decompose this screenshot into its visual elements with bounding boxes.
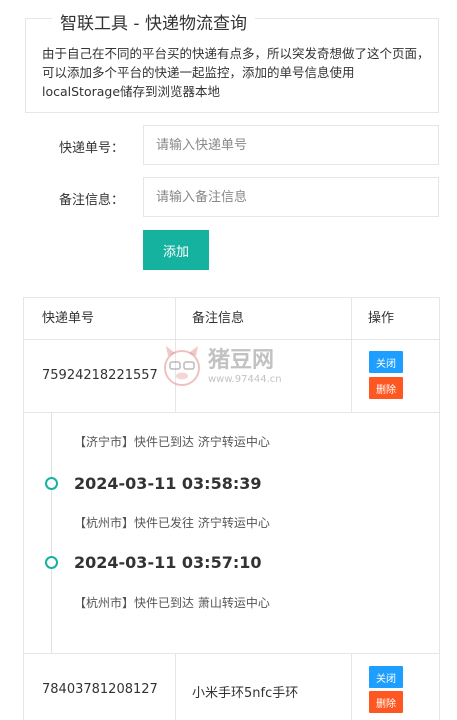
column-divider: [351, 298, 352, 413]
header-tracking: 快递单号: [42, 311, 95, 326]
tracking-number-cell: 78403781208127: [42, 682, 158, 697]
watermark-pig-icon: [164, 346, 200, 386]
logistics-timeline: 【济宁市】快件已到达 济宁转运中心 2024-03-11 03:58:39 【杭…: [24, 413, 439, 653]
watermark: 猪豆网 www.97444.cn: [160, 340, 310, 400]
watermark-text: 猪豆网: [208, 348, 275, 373]
delete-button[interactable]: 删除: [369, 377, 403, 399]
tracking-number-cell: 75924218221557: [42, 368, 158, 383]
tracking-number-label: 快递单号：: [58, 141, 124, 156]
timeline-dot-icon: [45, 556, 58, 569]
timeline-desc: 【杭州市】快件已发往 济宁转运中心: [74, 516, 270, 530]
page-title: 智联工具 - 快递物流查询: [52, 9, 255, 34]
remark-label: 备注信息：: [58, 193, 124, 208]
timeline-desc: 【杭州市】快件已到达 萧山转运中心: [74, 596, 270, 610]
intro-fieldset: 智联工具 - 快递物流查询 由于自己在不同的平台买的快递有点多，所以突发奇想做了…: [25, 9, 439, 113]
timeline-time: 2024-03-11 03:58:39: [74, 474, 262, 493]
timeline-desc: 【济宁市】快件已到达 济宁转运中心: [74, 435, 270, 449]
add-button[interactable]: 添加: [143, 230, 209, 270]
tracking-number-input[interactable]: [143, 125, 439, 165]
table-header: 快递单号 备注信息 操作: [24, 298, 439, 340]
close-button[interactable]: 关闭: [369, 351, 403, 373]
close-button[interactable]: 关闭: [369, 666, 403, 688]
remark-cell: 小米手环5nfc手环: [192, 686, 299, 701]
column-divider: [175, 653, 176, 720]
header-remark: 备注信息: [192, 311, 245, 326]
header-actions: 操作: [368, 311, 395, 326]
row-divider: [24, 653, 439, 654]
remark-input[interactable]: [143, 177, 439, 217]
delete-button[interactable]: 删除: [369, 691, 403, 713]
timeline-dot-icon: [45, 477, 58, 490]
timeline-line: [51, 413, 52, 653]
page-description: 由于自己在不同的平台买的快递有点多，所以突发奇想做了这个页面，可以添加多个平台的…: [42, 46, 430, 99]
timeline-time: 2024-03-11 03:57:10: [74, 553, 262, 572]
watermark-url: www.97444.cn: [208, 374, 282, 385]
column-divider: [351, 653, 352, 720]
